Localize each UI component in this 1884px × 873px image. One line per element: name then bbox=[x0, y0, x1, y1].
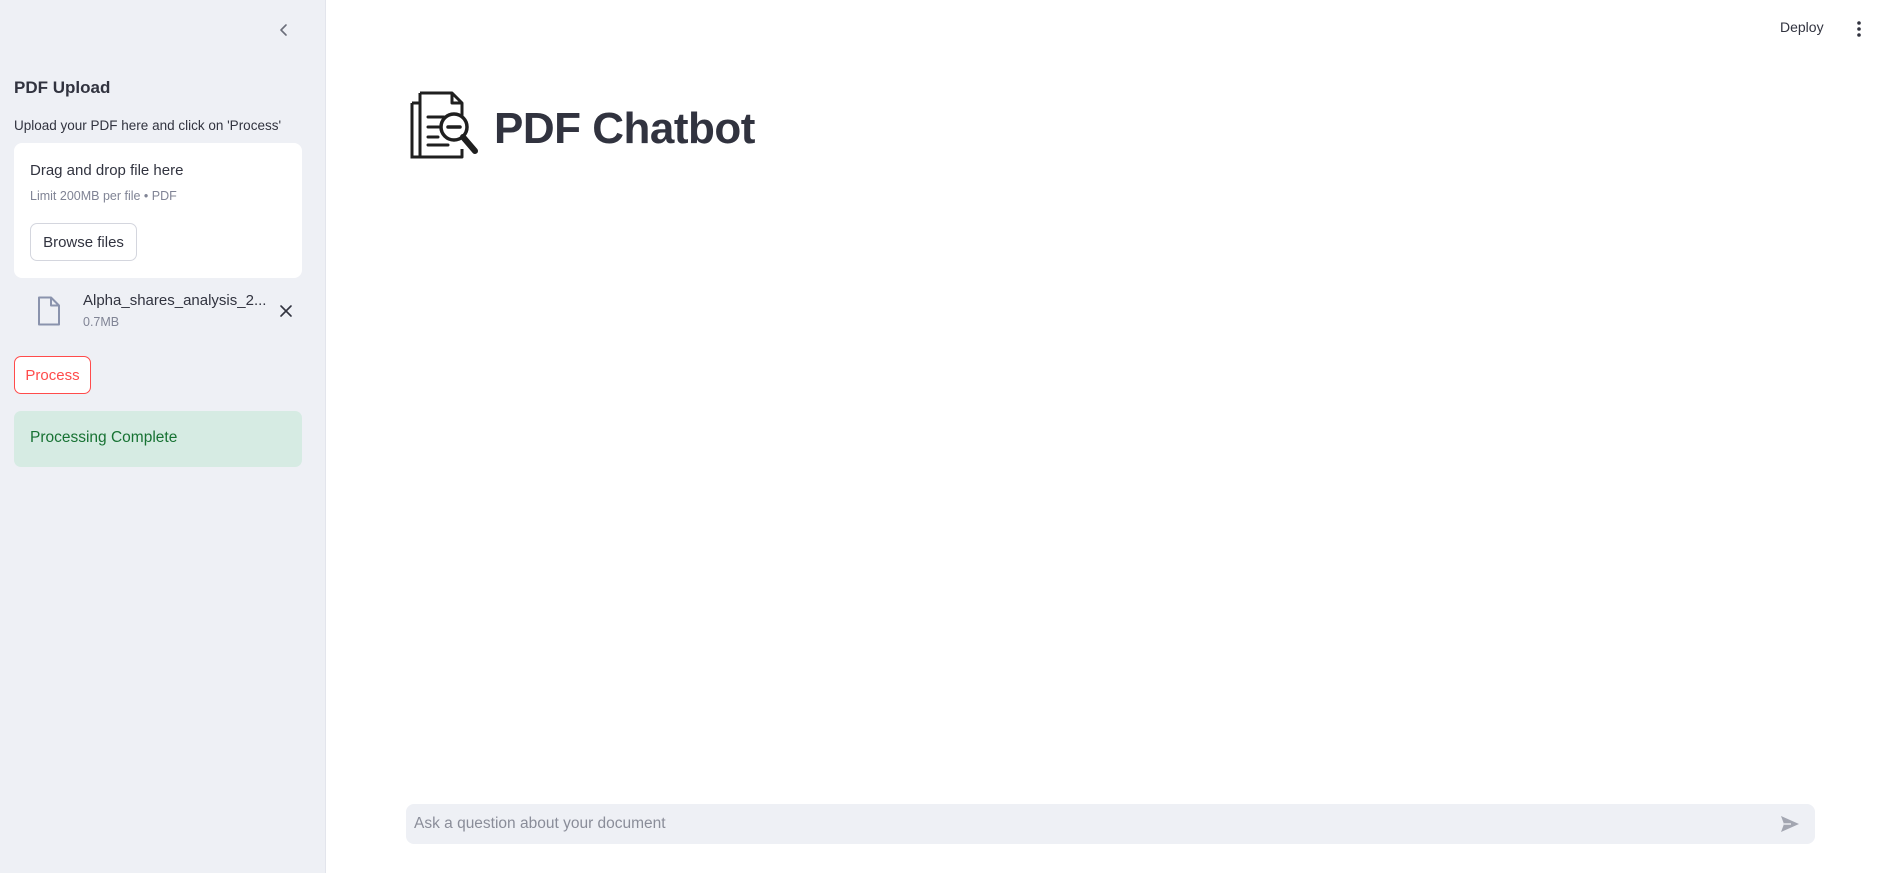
page-title: PDF Chatbot bbox=[494, 104, 755, 153]
process-button[interactable]: Process bbox=[14, 356, 91, 394]
dropzone-title: Drag and drop file here bbox=[30, 162, 184, 179]
send-icon bbox=[1781, 816, 1799, 832]
dropzone-limit: Limit 200MB per file • PDF bbox=[30, 189, 177, 203]
sidebar: PDF Upload Upload your PDF here and clic… bbox=[0, 0, 326, 873]
file-size: 0.7MB bbox=[83, 315, 120, 329]
browse-files-button[interactable]: Browse files bbox=[30, 223, 137, 261]
file-icon bbox=[38, 296, 60, 326]
sidebar-description: Upload your PDF here and click on 'Proce… bbox=[14, 118, 282, 133]
status-text: Processing Complete bbox=[30, 429, 178, 446]
main-menu-button[interactable] bbox=[1850, 16, 1868, 42]
collapse-sidebar-button[interactable] bbox=[272, 18, 296, 42]
close-icon bbox=[280, 305, 292, 317]
document-search-icon bbox=[410, 91, 478, 159]
deploy-button[interactable]: Deploy bbox=[1780, 19, 1824, 35]
chevron-left-icon bbox=[280, 24, 287, 36]
file-dropzone[interactable]: Drag and drop file here Limit 200MB per … bbox=[14, 143, 302, 278]
uploaded-file-item: Alpha_shares_analysis_2... 0.7MB bbox=[14, 290, 302, 336]
remove-file-button[interactable] bbox=[274, 299, 298, 323]
status-alert: Processing Complete bbox=[14, 411, 302, 467]
file-name: Alpha_shares_analysis_2... bbox=[83, 292, 267, 309]
send-button[interactable] bbox=[1778, 812, 1802, 836]
sidebar-title: PDF Upload bbox=[14, 78, 111, 97]
chat-input-bar bbox=[406, 804, 1815, 844]
chat-input[interactable] bbox=[414, 804, 1754, 844]
kebab-menu-icon bbox=[1857, 21, 1861, 37]
